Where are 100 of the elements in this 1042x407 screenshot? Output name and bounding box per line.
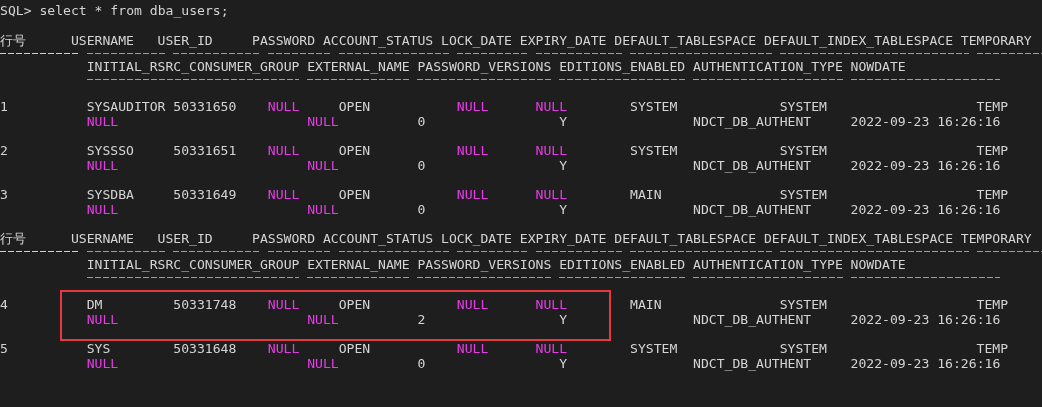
column-header: INITIAL_RSRC_CONSUMER_GROUP [86,59,300,74]
table-cell: Y [559,158,567,173]
table-cell: NULL [267,143,300,158]
table-cell: SYS [86,341,111,356]
table-cell: Y [559,202,567,217]
sql-prompt: SQL> [0,3,32,18]
table-cell: OPEN [338,99,371,114]
table-cell: 50331648 [173,341,237,356]
column-header: 行号 [0,231,26,246]
table-cell: NULL [535,341,568,356]
table-cell: Y [559,114,567,129]
column-header: TEMPORARY [960,231,1032,246]
table-cell: Y [559,312,567,327]
column-header: PASSWORD_VERSIONS [417,59,552,74]
table-cell: TEMP [976,297,1009,312]
table-cell: 0 [417,114,426,129]
column-header: USERNAME [70,231,134,246]
column-header: LOCK_DATE [441,33,512,48]
column-header: DEFAULT_INDEX_TABLESPACE [763,231,954,246]
table-cell: 2022-09-23 16:26:16 [850,202,1001,217]
column-header: LOCK_DATE [441,231,512,246]
table-cell: NDCT_DB_AUTHENT [693,158,812,173]
column-header: EXPIRY_DATE [519,231,607,246]
table-cell: SYSSSO [86,143,134,158]
table-cell: NULL [456,99,489,114]
table-cell: NULL [267,341,300,356]
table-cell: NDCT_DB_AUTHENT [693,202,812,217]
table-cell: TEMP [976,341,1009,356]
row-number: 4 [0,297,8,312]
column-header: TEMPORARY [960,33,1032,48]
table-cell: TEMP [976,99,1009,114]
table-cell: SYSTEM [779,297,827,312]
column-header: DEFAULT_TABLESPACE [614,231,757,246]
table-cell: NULL [307,114,339,129]
table-cell: 0 [417,202,426,217]
table-cell: 2 [417,312,426,327]
table-cell: NULL [456,187,489,202]
table-cell: NULL [535,187,568,202]
table-cell: NULL [307,356,339,371]
table-cell: NULL [456,143,489,158]
table-cell: NULL [456,297,489,312]
row-number: 1 [0,99,8,114]
table-cell: 2022-09-23 16:26:16 [850,114,1001,129]
table-cell: NULL [267,297,300,312]
table-cell: SYSTEM [630,99,678,114]
column-header: USERNAME [70,33,134,48]
table-cell: Y [559,356,567,371]
table-cell: DM [86,297,103,312]
command-text: select * from dba_users; [39,3,229,18]
table-cell: NULL [86,356,119,371]
table-cell: NDCT_DB_AUTHENT [693,312,812,327]
column-header: AUTHENTICATION_TYPE [693,257,843,272]
table-cell: NULL [535,297,568,312]
column-header: EDITIONS_ENABLED [559,257,686,272]
table-cell: NDCT_DB_AUTHENT [693,114,812,129]
column-header: PASSWORD [252,33,316,48]
table-cell: 50331650 [173,99,237,114]
table-cell: 50331649 [173,187,237,202]
table-cell: SYSTEM [630,341,678,356]
table-cell: OPEN [338,297,371,312]
table-cell: SYSDBA [86,187,134,202]
table-cell: 50331748 [173,297,237,312]
column-header: PASSWORD [252,231,316,246]
column-header: USER_ID [157,33,213,48]
column-header: USER_ID [157,231,213,246]
table-cell: NULL [307,202,339,217]
column-header: DEFAULT_TABLESPACE [614,33,757,48]
table-cell: SYSTEM [630,143,678,158]
table-cell: MAIN [630,297,662,312]
table-cell: MAIN [630,187,662,202]
table-cell: SYSTEM [779,99,827,114]
table-cell: SYSTEM [779,187,827,202]
table-cell: OPEN [338,341,371,356]
table-cell: NULL [535,99,568,114]
table-cell: 0 [417,158,426,173]
table-cell: NULL [267,99,300,114]
table-cell: TEMP [976,143,1009,158]
column-header: NOWDATE [850,257,906,272]
column-header: AUTHENTICATION_TYPE [693,59,843,74]
table-cell: 0 [417,356,426,371]
table-cell: NULL [86,114,119,129]
table-cell: 50331651 [173,143,237,158]
table-cell: NULL [307,312,339,327]
column-header: DEFAULT_INDEX_TABLESPACE [763,33,954,48]
table-cell: NULL [86,312,119,327]
column-header: ACCOUNT_STATUS [322,33,434,48]
table-cell: 2022-09-23 16:26:16 [850,158,1001,173]
row-number: 2 [0,143,8,158]
table-cell: 2022-09-23 16:26:16 [850,356,1001,371]
table-cell: NDCT_DB_AUTHENT [693,356,812,371]
row-number: 3 [0,187,8,202]
column-header: EXTERNAL_NAME [307,257,410,272]
column-header: PASSWORD_VERSIONS [417,257,552,272]
table-cell: NULL [456,341,489,356]
table-cell: TEMP [976,187,1009,202]
table-cell: 2022-09-23 16:26:16 [850,312,1001,327]
table-cell: OPEN [338,143,371,158]
column-header: EXTERNAL_NAME [307,59,410,74]
column-header: INITIAL_RSRC_CONSUMER_GROUP [86,257,300,272]
column-header: ACCOUNT_STATUS [322,231,434,246]
